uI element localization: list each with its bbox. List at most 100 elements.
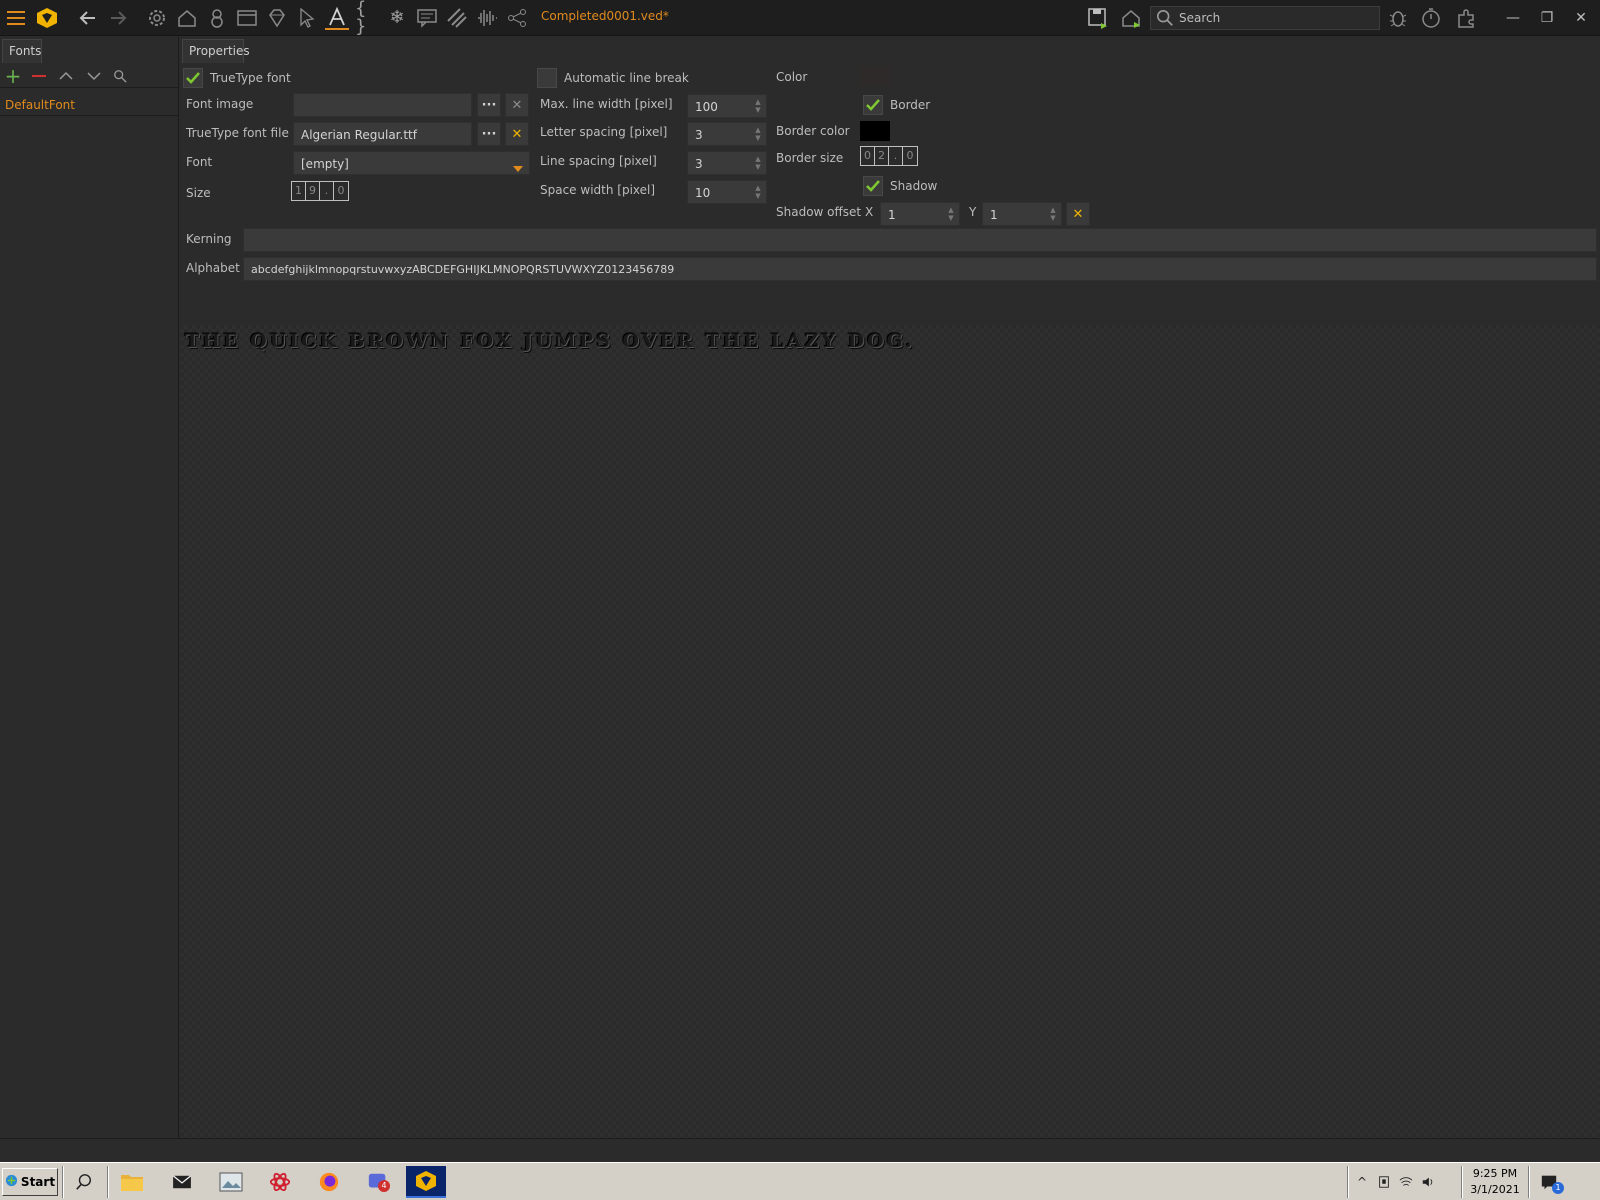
shadow-offset-y-stepper[interactable]: 1 ▲ ▼: [982, 202, 1062, 226]
restore-button[interactable]: ❐: [1535, 6, 1559, 30]
volume-icon[interactable]: [1418, 1166, 1438, 1198]
share-icon[interactable]: [505, 6, 529, 30]
save-icon[interactable]: [1086, 6, 1110, 30]
shadow-offset-label: Shadow offset: [776, 205, 862, 219]
search-icon: [1156, 9, 1174, 30]
spin-arrows-icon[interactable]: ▲ ▼: [754, 98, 762, 114]
font-label: Font: [186, 155, 213, 169]
back-arrow-icon[interactable]: [76, 6, 100, 30]
truetype-font-file-field[interactable]: Algerian Regular.ttf: [293, 122, 472, 146]
notification-center-icon[interactable]: 1: [1532, 1166, 1566, 1198]
line-spacing-value: 3: [695, 157, 703, 171]
tray-network-device-icon[interactable]: [1374, 1166, 1394, 1198]
size-digit: 9: [306, 182, 320, 200]
start-button[interactable]: Start: [2, 1168, 58, 1196]
size-digit-field[interactable]: 1 9 . 0: [291, 181, 349, 201]
spin-arrows-icon[interactable]: ▲ ▼: [754, 126, 762, 142]
snowflake-icon[interactable]: ❄: [385, 6, 409, 30]
tray-expand-icon[interactable]: ^: [1352, 1166, 1372, 1198]
home-icon[interactable]: [175, 6, 199, 30]
diamond-icon[interactable]: [265, 6, 289, 30]
logo-icon[interactable]: [35, 6, 59, 30]
list-item[interactable]: DefaultFont: [0, 94, 179, 116]
system-clock[interactable]: 9:25 PM 3/1/2021: [1464, 1166, 1526, 1198]
browse-button[interactable]: ···: [477, 93, 501, 117]
add-icon[interactable]: +: [3, 64, 23, 88]
kerning-field[interactable]: [243, 228, 1597, 252]
automatic-line-break-checkbox[interactable]: [537, 68, 557, 88]
move-up-icon[interactable]: [56, 66, 76, 86]
fonts-panel: Fonts + DefaultFont: [0, 37, 179, 1138]
checkmark-icon: [866, 180, 880, 192]
color-swatch[interactable]: [860, 66, 890, 86]
space-width-stepper[interactable]: 10 ▲ ▼: [687, 180, 767, 204]
message-icon[interactable]: [415, 6, 439, 30]
color-label: Color: [776, 70, 808, 84]
window-icon[interactable]: [235, 6, 259, 30]
search-icon[interactable]: [64, 1166, 104, 1198]
home-run-icon[interactable]: [1119, 6, 1143, 30]
bug-icon[interactable]: [1386, 6, 1410, 30]
stripes-icon[interactable]: [445, 6, 469, 30]
audio-wave-icon[interactable]: [475, 6, 499, 30]
timer-icon[interactable]: [1419, 6, 1443, 30]
size-digit: 0: [337, 184, 345, 197]
image-viewer-icon[interactable]: [211, 1166, 251, 1198]
spin-arrows-icon[interactable]: ▲ ▼: [754, 184, 762, 200]
plugin-icon[interactable]: [1455, 6, 1479, 30]
max-line-width-stepper[interactable]: 100 ▲ ▼: [687, 94, 767, 118]
chat-badge: 4: [378, 1180, 390, 1192]
spin-arrows-icon[interactable]: ▲ ▼: [754, 155, 762, 171]
braces-icon[interactable]: { }: [355, 0, 379, 36]
wifi-icon[interactable]: [1396, 1166, 1416, 1198]
font-icon[interactable]: [325, 6, 349, 30]
mail-icon[interactable]: [162, 1166, 202, 1198]
clear-shadow-offset-button[interactable]: ✕: [1066, 202, 1090, 226]
shadow-offset-x-stepper[interactable]: 1 ▲ ▼: [880, 202, 960, 226]
chat-app-icon[interactable]: 4: [358, 1166, 398, 1198]
border-size-digit: .: [889, 147, 903, 165]
search-box[interactable]: [1150, 6, 1380, 30]
document-title: Completed0001.ved*: [541, 9, 669, 23]
line-spacing-stepper[interactable]: 3 ▲ ▼: [687, 151, 767, 175]
font-select[interactable]: [empty]: [293, 151, 530, 175]
start-logo-icon: [5, 1174, 18, 1190]
minimize-button[interactable]: —: [1501, 6, 1525, 30]
visionaire-app-icon[interactable]: [406, 1166, 446, 1198]
truetype-font-checkbox[interactable]: [183, 68, 203, 88]
spin-arrows-icon[interactable]: ▲ ▼: [1049, 206, 1057, 222]
spin-arrows-icon[interactable]: ▲ ▼: [947, 206, 955, 222]
automatic-line-break-label: Automatic line break: [564, 71, 689, 85]
browse-button[interactable]: ···: [477, 122, 501, 146]
tab-fonts[interactable]: Fonts: [2, 39, 42, 63]
forward-arrow-icon[interactable]: [106, 6, 130, 30]
settings-gear-icon[interactable]: [145, 6, 169, 30]
max-line-width-value: 100: [695, 100, 718, 114]
remove-icon[interactable]: [29, 66, 49, 86]
letter-spacing-value: 3: [695, 128, 703, 142]
clear-font-file-button[interactable]: ✕: [505, 122, 529, 146]
atom-app-icon[interactable]: [260, 1166, 300, 1198]
letter-spacing-stepper[interactable]: 3 ▲ ▼: [687, 122, 767, 146]
firefox-icon[interactable]: [309, 1166, 349, 1198]
tab-properties[interactable]: Properties: [182, 39, 250, 63]
close-button[interactable]: ✕: [1569, 6, 1593, 30]
move-down-icon[interactable]: [84, 66, 104, 86]
border-color-swatch[interactable]: [860, 121, 890, 141]
search-icon[interactable]: [110, 66, 130, 86]
menu-icon[interactable]: [4, 6, 28, 30]
clear-font-image-button[interactable]: ✕: [505, 93, 529, 117]
border-checkbox[interactable]: [863, 95, 883, 115]
pointer-icon[interactable]: [295, 6, 319, 30]
border-size-digit-field[interactable]: 0 2 . 0: [860, 146, 918, 166]
file-explorer-icon[interactable]: [112, 1166, 152, 1198]
shadow-checkbox[interactable]: [863, 176, 883, 196]
search-input[interactable]: [1179, 9, 1375, 27]
line-spacing-label: Line spacing [pixel]: [540, 154, 657, 168]
font-image-field[interactable]: [293, 93, 472, 117]
alphabet-field[interactable]: abcdefghijklmnopqrstuvwxyzABCDEFGHIJKLMN…: [243, 257, 1597, 281]
shadow-offset-x-value: 1: [888, 208, 896, 222]
clock-time: 9:25 PM: [1472, 1167, 1518, 1180]
font-preview-canvas: THE QUICK BROWN FOX JUMPS OVER THE LAZY …: [180, 325, 1600, 1138]
object-icon[interactable]: [205, 6, 229, 30]
